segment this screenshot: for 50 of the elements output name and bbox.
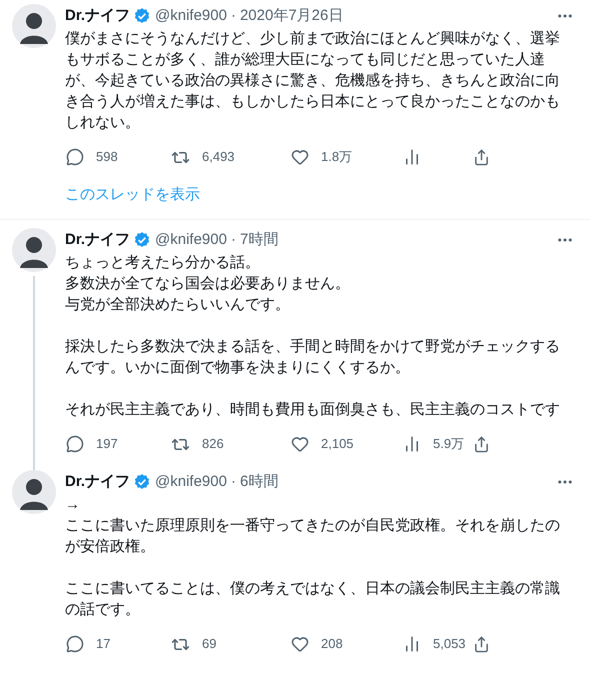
tweet-text: ちょっと考えたら分かる話。 bbox=[65, 253, 261, 273]
stat-count: 208 bbox=[321, 635, 343, 654]
tweet-text: 僕がまさにそうなんだけど、少し前まで政治にほとんど興味がなく、選挙もサボることが多く、誰が総理大臣になっても同じだと思っていた人達が、今起きている政治の異様さに驚き、危機感を持ち、きちんと政治に向き合う人が増えた事は、もしかしたら日本にとって良かったことなのかもしれない。 bbox=[65, 29, 561, 133]
stat-count: 6,493 bbox=[202, 148, 235, 166]
tweet-text: → bbox=[65, 495, 81, 515]
stat-count: 826 bbox=[202, 435, 224, 454]
stat-count: 1.8万 bbox=[321, 148, 352, 166]
views-icon[interactable] bbox=[403, 635, 421, 653]
tweet-text: ここに書いてることは、僕の考えではなく、日本の議会制民主主義の常識の話です。 bbox=[65, 579, 561, 620]
separator-dot: · bbox=[230, 472, 236, 492]
like-icon[interactable] bbox=[291, 148, 309, 166]
avatar[interactable] bbox=[12, 4, 56, 48]
separator-dot: · bbox=[230, 6, 236, 26]
views-icon[interactable] bbox=[403, 148, 421, 166]
stat-count: 5.9万 bbox=[433, 435, 464, 454]
share-icon[interactable] bbox=[473, 636, 490, 652]
reply-icon[interactable] bbox=[66, 635, 84, 653]
stat-count: 5,053 bbox=[433, 635, 466, 654]
author-handle[interactable]: @knife900 bbox=[155, 4, 227, 28]
like-icon[interactable] bbox=[291, 635, 309, 653]
share-icon[interactable] bbox=[473, 436, 490, 452]
author-name[interactable]: Dr.ナイフ bbox=[65, 470, 130, 494]
author-name[interactable]: Dr.ナイフ bbox=[65, 4, 130, 28]
author-handle[interactable]: @knife900 bbox=[155, 228, 227, 252]
like-icon[interactable] bbox=[291, 435, 309, 453]
tweet-time[interactable]: 6時間 bbox=[240, 470, 278, 494]
reply-icon[interactable] bbox=[66, 148, 84, 166]
tweet-time[interactable]: 7時間 bbox=[240, 228, 278, 252]
stat-count: 69 bbox=[202, 635, 216, 654]
author-name[interactable]: Dr.ナイフ bbox=[65, 228, 130, 252]
author-handle[interactable]: @knife900 bbox=[155, 470, 227, 494]
verified-badge-icon bbox=[133, 7, 152, 25]
verified-badge-icon bbox=[133, 231, 152, 249]
share-icon[interactable] bbox=[473, 148, 490, 166]
tweet-text: 与党が全部決めたらいいんです。 bbox=[65, 295, 291, 315]
tweet-text: ここに書いた原理原則を一番守ってきたのが自民党政権。それを崩したのが安倍政権。 bbox=[65, 516, 561, 557]
tweet-time[interactable]: 2020年7月26日 bbox=[240, 4, 344, 28]
separator-dot: · bbox=[230, 230, 236, 250]
views-icon[interactable] bbox=[403, 435, 421, 453]
tweet-text: それが民主主義であり、時間も費用も面倒臭さも、民主主義のコストです bbox=[65, 400, 561, 420]
avatar[interactable] bbox=[12, 470, 56, 514]
stat-count: 17 bbox=[96, 635, 110, 654]
tweet-text: 多数決が全てなら国会は必要ありません。 bbox=[65, 274, 351, 294]
stat-count: 598 bbox=[96, 148, 118, 166]
tweet-text: 採決したら多数決で決まる話を、手間と時間をかけて野党がチェックするんです。いかに面倒で物事を決まりにくくするか。 bbox=[65, 337, 561, 378]
verified-badge-icon bbox=[133, 473, 152, 491]
stat-count: 2,105 bbox=[321, 435, 354, 454]
avatar[interactable] bbox=[12, 228, 56, 272]
stat-count: 197 bbox=[96, 435, 118, 454]
reply-icon[interactable] bbox=[66, 435, 84, 453]
